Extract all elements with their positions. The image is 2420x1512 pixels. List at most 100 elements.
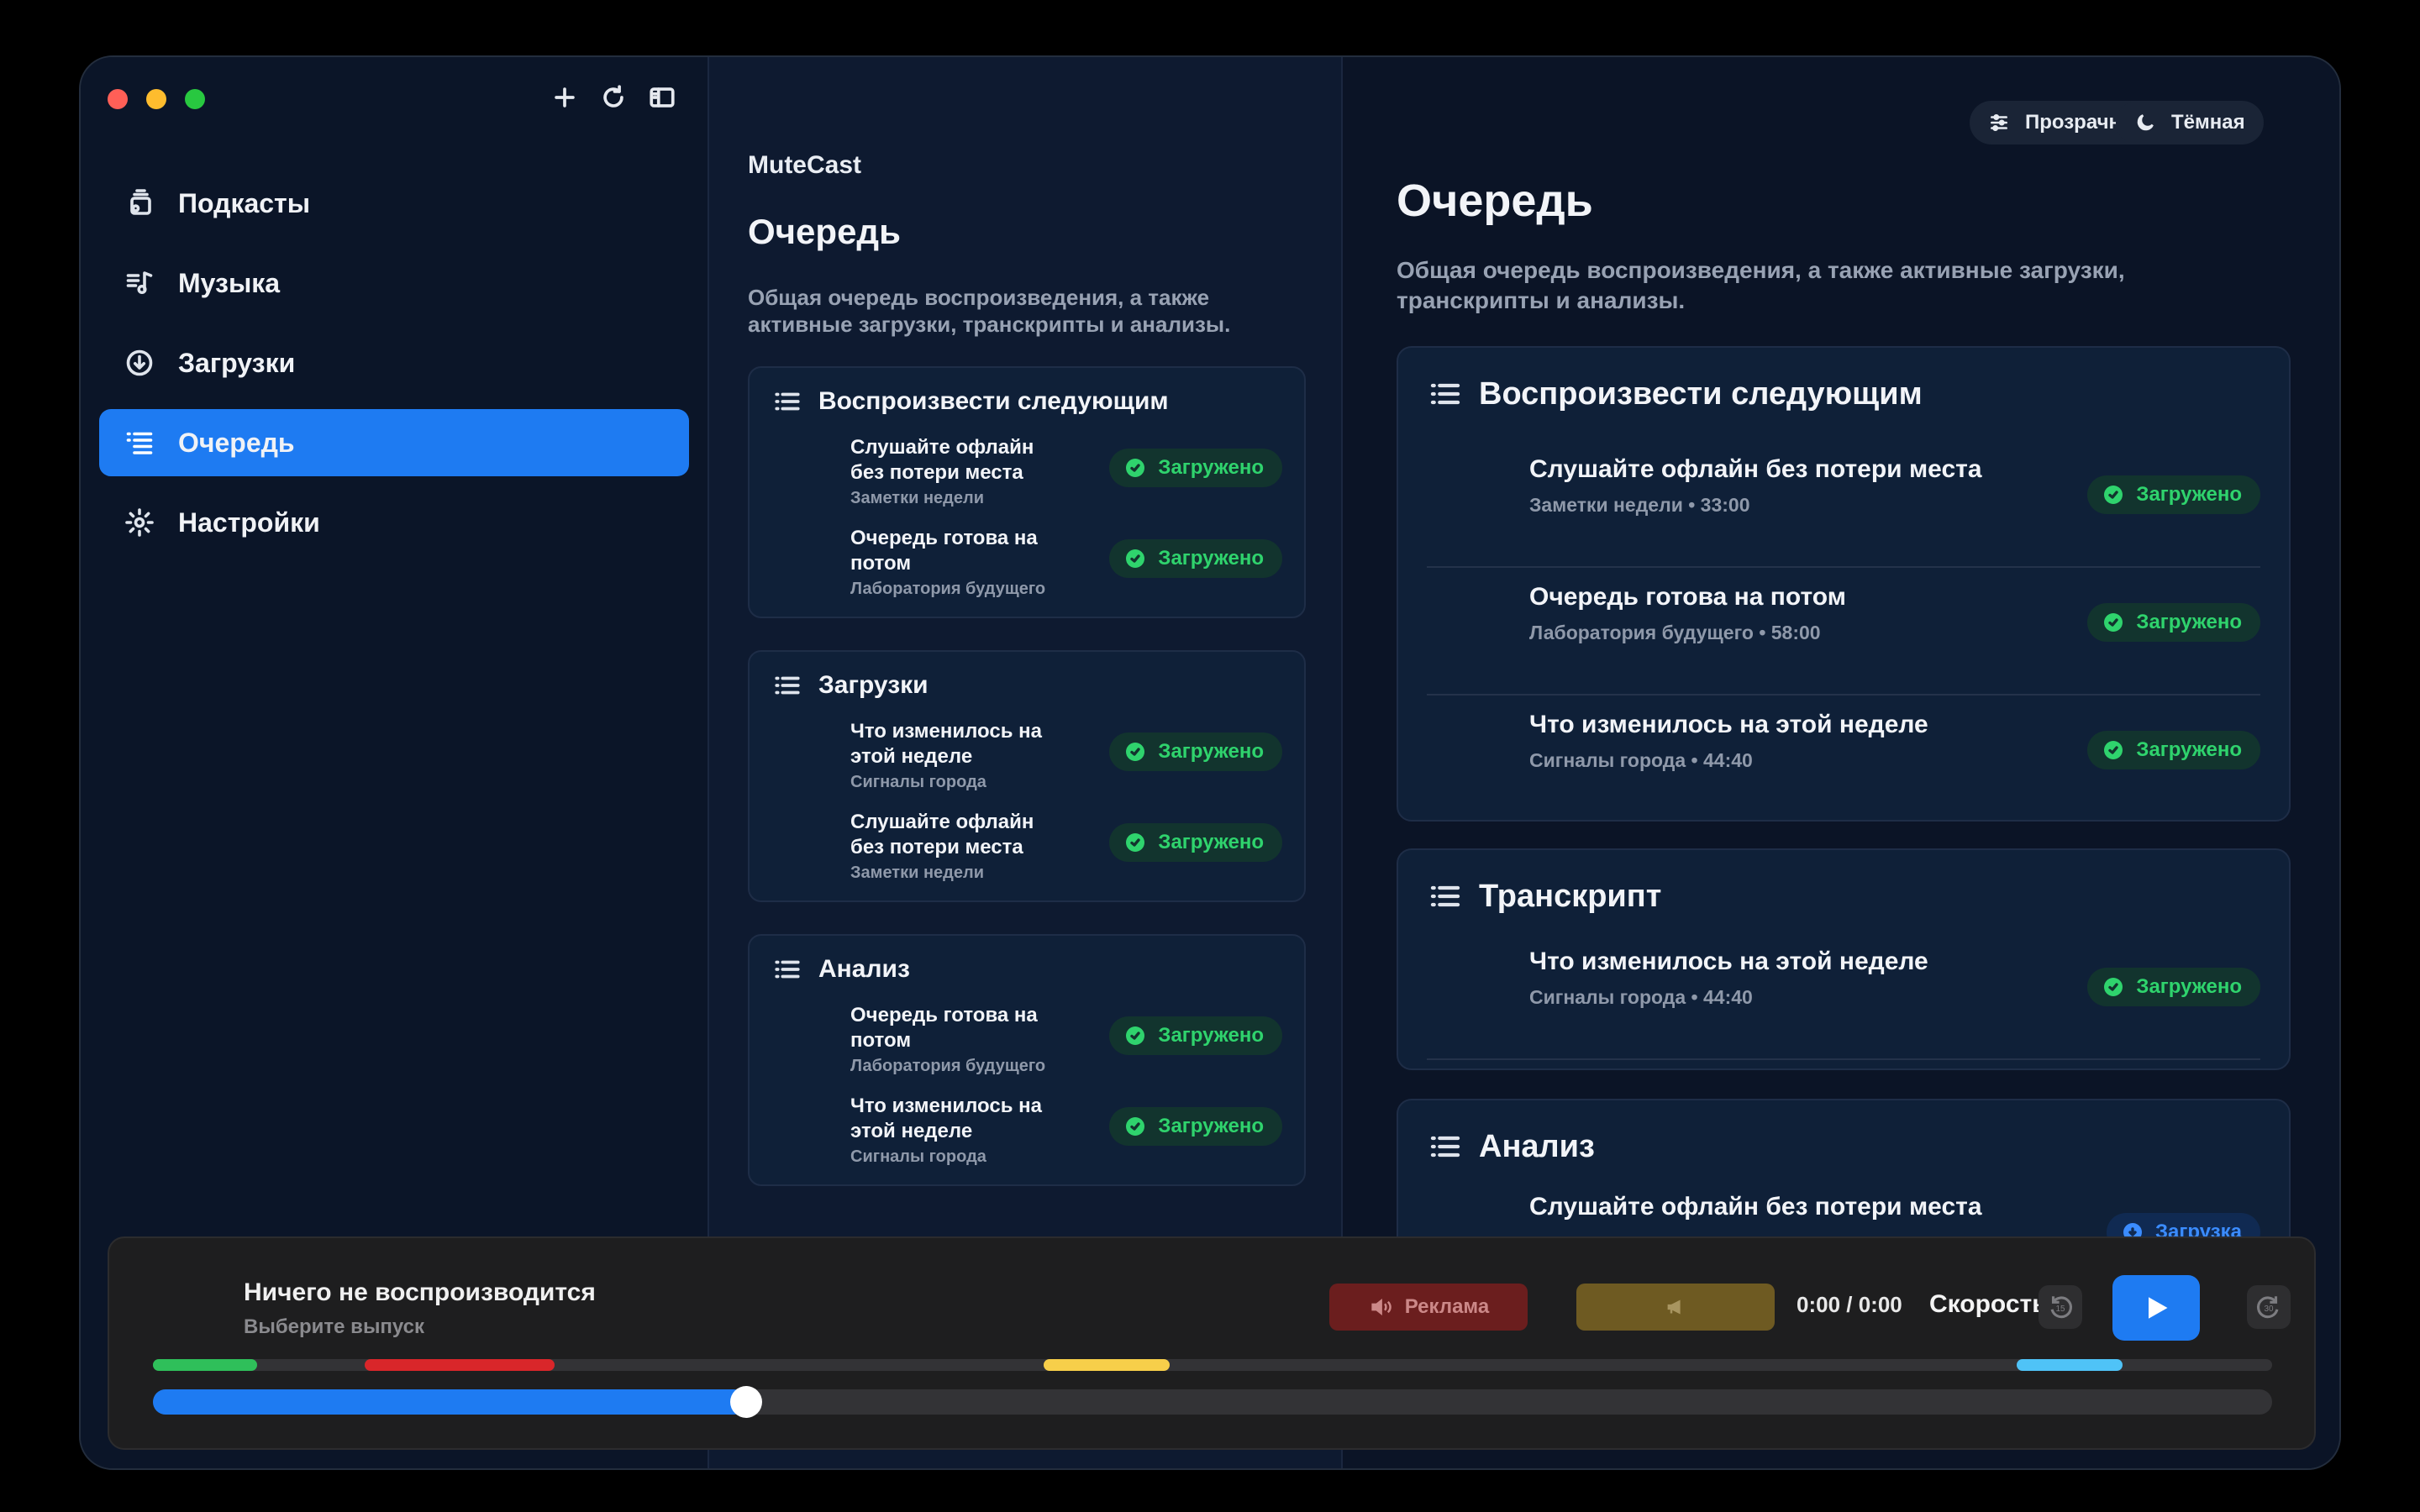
sidebar-item-music[interactable]: Музыка: [99, 249, 689, 317]
progress-knob[interactable]: [730, 1386, 763, 1418]
now-playing-title: Ничего не воспроизводится: [244, 1278, 596, 1306]
item-subtitle: Заметки недели • 33:00: [1529, 494, 1750, 516]
status-label: Загружено: [2136, 738, 2242, 761]
status-label: Загружено: [1158, 740, 1264, 763]
page-description: Общая очередь воспроизведения, а также а…: [748, 285, 1231, 337]
gear-icon: [123, 506, 156, 539]
skip-back-button[interactable]: 15: [2039, 1285, 2082, 1329]
item-title: Слушайте офлайн без потери места: [850, 436, 1034, 484]
segment-marker[interactable]: [2017, 1359, 2123, 1371]
list-item[interactable]: Что изменилось на этой неделе Сигналы го…: [750, 1094, 1304, 1184]
item-subtitle: Сигналы города • 44:40: [1529, 986, 1753, 1008]
skip-back-seconds: 15: [2055, 1305, 2065, 1314]
skip-forward-button[interactable]: 30: [2247, 1285, 2291, 1329]
list-item[interactable]: Очередь готова на потом Лаборатория буду…: [750, 1003, 1304, 1094]
sidebar-item-label: Настройки: [178, 507, 320, 538]
status-badge: Загружено: [1109, 1016, 1282, 1055]
segment-marker[interactable]: [153, 1359, 257, 1371]
list-icon: [775, 392, 800, 411]
speed-button[interactable]: Скорость: [1929, 1290, 2048, 1319]
list-icon: [1430, 1136, 1460, 1158]
sidebar-item-settings[interactable]: Настройки: [99, 489, 689, 556]
play-icon: [2149, 1297, 2168, 1319]
status-badge: Загружено: [1109, 449, 1282, 487]
item-title: Очередь готова на потом: [1529, 583, 1846, 611]
podcasts-icon: [123, 186, 156, 220]
sidebar-item-label: Музыка: [178, 267, 281, 298]
sidebar-toggle-icon[interactable]: [647, 82, 677, 113]
sidebar-item-queue[interactable]: Очередь: [99, 409, 689, 476]
status-badge: Загружено: [2087, 731, 2260, 769]
segment-marker[interactable]: [365, 1359, 555, 1371]
page-title: Очередь: [748, 212, 901, 251]
status-badge: Загружено: [1109, 823, 1282, 862]
progress-slider[interactable]: [153, 1386, 2272, 1418]
megaphone-icon: [1667, 1299, 1681, 1315]
zoom-window-button[interactable]: [185, 89, 205, 109]
music-icon: [123, 266, 156, 300]
item-title: Слушайте офлайн без потери места: [1529, 1193, 1982, 1221]
sidebar-nav: Подкасты Музыка Загрузки Очередь Настрой…: [99, 170, 689, 569]
download-icon: [123, 346, 156, 380]
section-card-up-next: Воспроизвести следующим Слушайте офлайн …: [748, 366, 1306, 618]
item-title: Что изменилось на этой неделе: [1529, 711, 1928, 738]
list-icon: [1430, 885, 1460, 907]
sidebar-item-podcasts[interactable]: Подкасты: [99, 170, 689, 237]
list-item[interactable]: Слушайте офлайн без потери места Заметки…: [750, 810, 1304, 900]
page-title: Очередь: [1397, 176, 1593, 226]
time-readout: 0:00 / 0:00: [1797, 1292, 1902, 1317]
section-title: Анализ: [1479, 1128, 1595, 1164]
theme-button[interactable]: Тёмная: [2116, 101, 2264, 144]
item-subtitle: Лаборатория будущего • 58:00: [1529, 622, 1821, 643]
segment-marker[interactable]: [1044, 1359, 1170, 1371]
item-subtitle: Сигналы города: [850, 773, 986, 791]
item-title: Очередь готова на потом: [850, 527, 1038, 575]
list-item[interactable]: Слушайте офлайн без потери места Заметки…: [750, 435, 1304, 526]
list-item[interactable]: Слушайте офлайн без потери места Заметки…: [1427, 440, 2260, 568]
list-item[interactable]: Что изменилось на этой неделе Сигналы го…: [1427, 932, 2260, 1060]
item-title: Очередь готова на потом: [850, 1004, 1038, 1052]
check-icon: [2104, 613, 2123, 632]
status-label: Загружено: [2136, 611, 2242, 633]
list-icon: [775, 676, 800, 695]
queue-icon: [123, 426, 156, 459]
item-title: Что изменилось на этой неделе: [850, 720, 1042, 768]
ad-button[interactable]: Реклама: [1329, 1284, 1528, 1331]
item-subtitle: Лаборатория будущего: [850, 1057, 1046, 1075]
sidebar-item-downloads[interactable]: Загрузки: [99, 329, 689, 396]
check-icon: [1126, 459, 1145, 477]
play-button[interactable]: [2112, 1275, 2200, 1341]
refresh-icon[interactable]: [598, 82, 629, 113]
item-title: Что изменилось на этой неделе: [1529, 948, 1928, 975]
item-subtitle: Лаборатория будущего: [850, 580, 1046, 598]
sidebar-item-label: Подкасты: [178, 187, 311, 218]
app-window: Подкасты Музыка Загрузки Очередь Настрой…: [79, 55, 2341, 1470]
section-header: Анализ: [750, 936, 1304, 1003]
section-card-analysis: Анализ Очередь готова на потом Лаборатор…: [748, 934, 1306, 1186]
check-icon: [2104, 486, 2123, 504]
list-item[interactable]: Очередь готова на потом Лаборатория буду…: [750, 526, 1304, 617]
item-title: Что изменилось на этой неделе: [850, 1095, 1042, 1142]
list-item[interactable]: Что изменилось на этой неделе Сигналы го…: [1427, 696, 2260, 820]
plus-icon[interactable]: [550, 82, 580, 113]
list-icon: [1430, 383, 1460, 405]
app-brand: MuteCast: [748, 151, 862, 179]
check-icon: [2104, 741, 2123, 759]
sliders-icon: [1991, 114, 2007, 131]
item-title: Слушайте офлайн без потери места: [1529, 455, 1982, 483]
section-title: Загрузки: [818, 671, 929, 699]
sidebar-item-label: Загрузки: [178, 347, 296, 378]
list-item[interactable]: Что изменилось на этой неделе Сигналы го…: [750, 719, 1304, 810]
skip-ad-button[interactable]: [1576, 1284, 1775, 1331]
list-item[interactable]: Очередь готова на потом Лаборатория буду…: [1427, 568, 2260, 696]
section-header: Транскрипт: [1398, 850, 2289, 942]
skip-forward-seconds: 30: [2264, 1305, 2274, 1314]
check-icon: [1126, 743, 1145, 761]
skip-back-icon: 15: [2050, 1296, 2073, 1319]
section-title: Транскрипт: [1479, 878, 1662, 914]
sidebar-toolbar: [550, 82, 677, 113]
speaker-icon: [1371, 1298, 1392, 1316]
close-window-button[interactable]: [108, 89, 128, 109]
minimize-window-button[interactable]: [146, 89, 166, 109]
section-card-downloads: Загрузки Что изменилось на этой неделе С…: [748, 650, 1306, 902]
